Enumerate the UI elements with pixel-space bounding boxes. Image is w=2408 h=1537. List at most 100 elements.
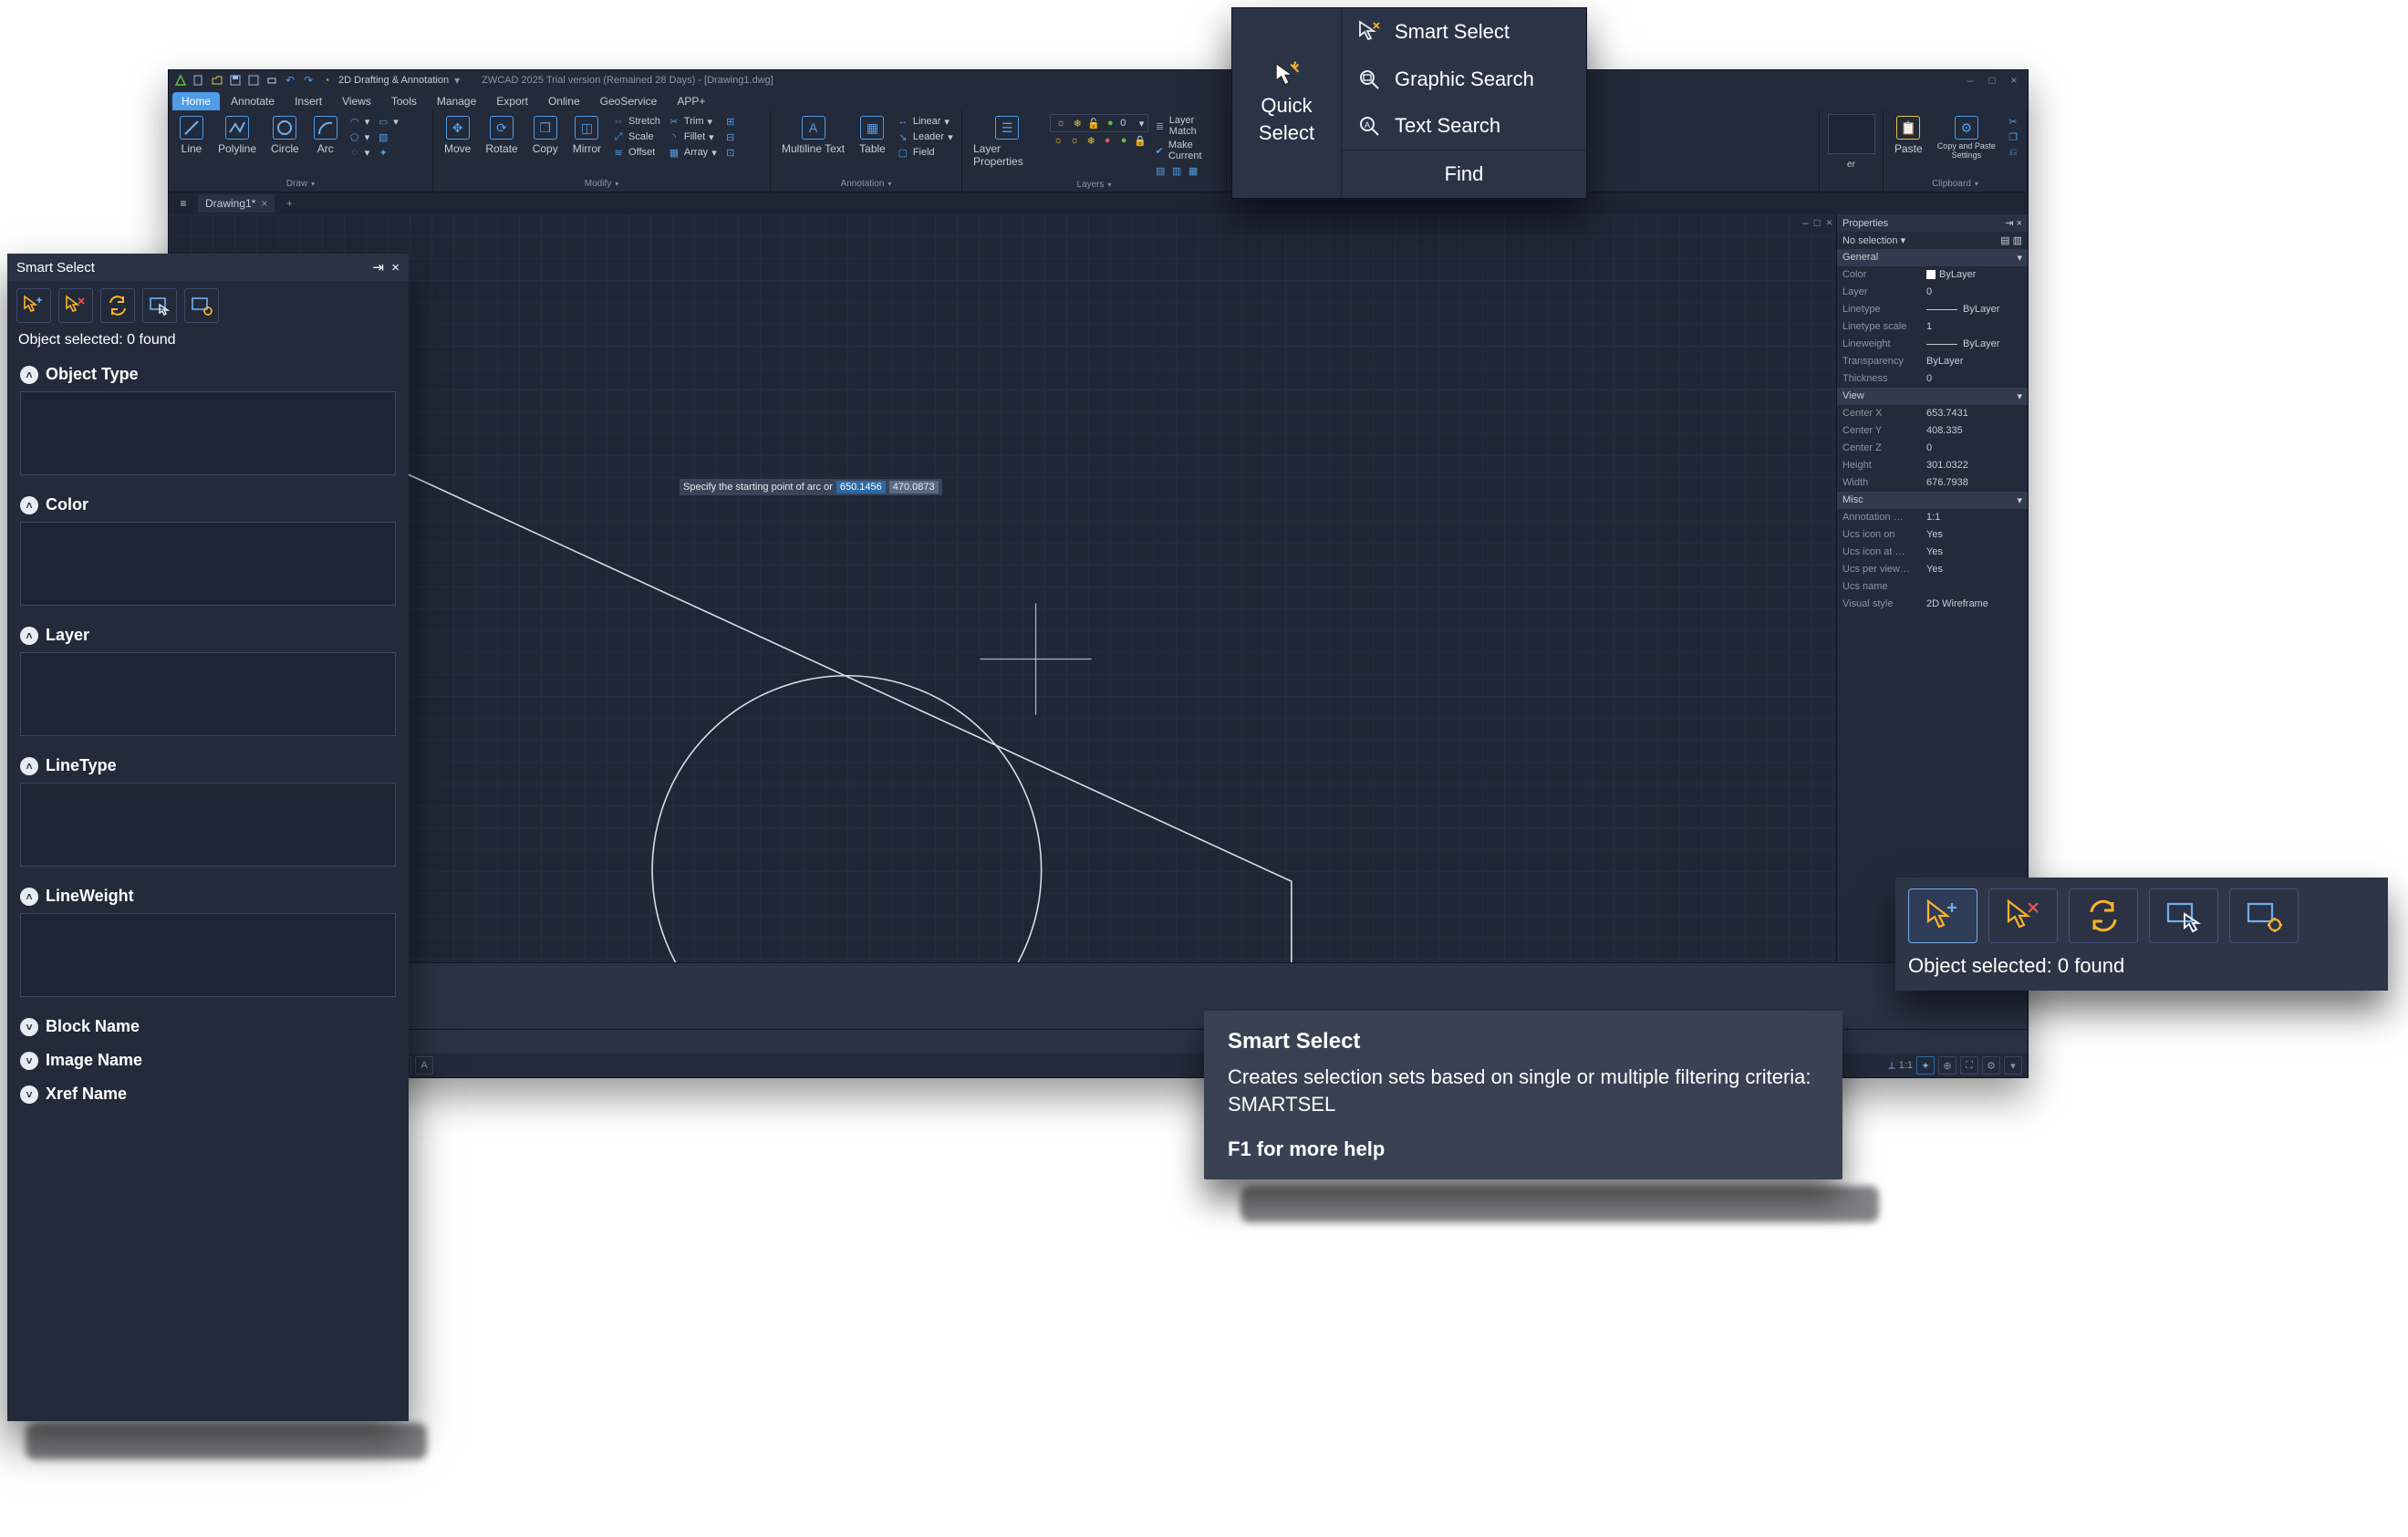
- ribbon-tab-insert[interactable]: Insert: [285, 92, 331, 110]
- ribbon-tab-tools[interactable]: Tools: [382, 92, 426, 110]
- ssel-box-0[interactable]: [20, 391, 396, 475]
- ssel-cat-object-type[interactable]: ˄Object Type: [7, 358, 409, 391]
- btn-maximize[interactable]: □: [1984, 74, 2000, 87]
- prop-selection[interactable]: No selection ▾: [1842, 234, 1905, 246]
- prop-row-general-0[interactable]: ColorByLayer: [1837, 266, 2028, 284]
- clip-a[interactable]: ✂: [2005, 114, 2021, 129]
- ssel-cat-lineweight[interactable]: ˄LineWeight: [7, 879, 409, 913]
- sb-r1[interactable]: ✦: [1916, 1056, 1935, 1075]
- sb-r4[interactable]: ⚙: [1982, 1056, 2000, 1075]
- tool-move[interactable]: ✥Move: [439, 114, 476, 157]
- layer-state6[interactable]: 🔒: [1134, 134, 1147, 147]
- prop-row-misc-4[interactable]: Ucs name: [1837, 578, 2028, 596]
- prop-row-view-1[interactable]: Center Y408.335: [1837, 422, 2028, 440]
- sb-r2[interactable]: ⊕: [1938, 1056, 1956, 1075]
- tool-rotate[interactable]: ⟳Rotate: [480, 114, 523, 157]
- layer-walk[interactable]: ▤▥▦: [1152, 163, 1220, 178]
- smart-select-close-icon[interactable]: ×: [391, 260, 400, 275]
- prop-row-misc-3[interactable]: Ucs per view…Yes: [1837, 561, 2028, 578]
- zbtn-screen-settings[interactable]: [2229, 888, 2299, 943]
- qa-ws-icon[interactable]: ◔: [320, 74, 333, 87]
- tool-offset[interactable]: ≋Offset: [610, 145, 662, 160]
- tool-leader[interactable]: ↘Leader▾: [895, 130, 955, 144]
- prop-row-view-0[interactable]: Center X653.7431: [1837, 405, 2028, 422]
- zbtn-screen-select[interactable]: [2149, 888, 2218, 943]
- doc-tab-add[interactable]: +: [280, 195, 298, 212]
- prop-row-general-3[interactable]: Linetype scale1: [1837, 318, 2028, 336]
- prop-row-misc-5[interactable]: Visual style2D Wireframe: [1837, 596, 2028, 613]
- doc-tab-close[interactable]: ×: [261, 197, 267, 210]
- prop-pin-icon[interactable]: ⇥: [2005, 218, 2013, 229]
- tool-polyline[interactable]: Polyline: [213, 114, 262, 157]
- tool-field[interactable]: ▢Field: [895, 145, 955, 160]
- clip-b[interactable]: ❐: [2005, 130, 2021, 144]
- tool-makecurrent[interactable]: ✔Make Current: [1152, 139, 1220, 162]
- doc-tab-drawing1[interactable]: Drawing1* ×: [198, 194, 275, 213]
- prop-section-view[interactable]: View▾: [1837, 388, 2028, 405]
- ribbon-tab-online[interactable]: Online: [539, 92, 589, 110]
- mdi-close[interactable]: ×: [1826, 216, 1832, 229]
- zbtn-select-plus[interactable]: [1908, 888, 1977, 943]
- qa-save-icon[interactable]: [229, 74, 242, 87]
- draw-fly3[interactable]: ◌▾: [347, 145, 372, 160]
- tool-arc[interactable]: Arc: [308, 114, 343, 157]
- prop-row-view-3[interactable]: Height301.0322: [1837, 457, 2028, 474]
- layer-state1[interactable]: ☼: [1052, 134, 1064, 147]
- prop-section-misc[interactable]: Misc▾: [1837, 492, 2028, 509]
- sb-r5[interactable]: ▾: [2004, 1056, 2022, 1075]
- tool-copypaste-settings[interactable]: ⚙Copy and Paste Settings: [1932, 114, 2001, 162]
- prop-section-general[interactable]: General▾: [1837, 249, 2028, 266]
- ssel-tool-screen-select[interactable]: [142, 288, 177, 323]
- menu-find[interactable]: Find: [1342, 150, 1586, 198]
- btn-minimize[interactable]: –: [1962, 74, 1978, 87]
- qa-redo-icon[interactable]: ↷: [302, 74, 315, 87]
- tool-scale[interactable]: ⤢Scale: [610, 130, 662, 144]
- ssel-cat-image-name[interactable]: ˅Image Name: [7, 1044, 409, 1077]
- prop-close-icon[interactable]: ×: [2017, 218, 2022, 229]
- prop-row-misc-2[interactable]: Ucs icon at …Yes: [1837, 544, 2028, 561]
- menu-text-search[interactable]: A Text Search: [1342, 103, 1586, 151]
- ssel-box-3[interactable]: [20, 783, 396, 867]
- prop-row-misc-1[interactable]: Ucs icon onYes: [1837, 526, 2028, 544]
- prop-quick-icon[interactable]: ▤: [2000, 235, 2009, 246]
- ssel-cat-color[interactable]: ˄Color: [7, 488, 409, 522]
- qa-print-icon[interactable]: [265, 74, 278, 87]
- tool-copy[interactable]: ❐Copy: [527, 114, 564, 157]
- ssel-tool-select-plus[interactable]: [16, 288, 51, 323]
- tool-mirror[interactable]: ◫Mirror: [567, 114, 607, 157]
- quick-select-button[interactable]: Quick Select: [1232, 8, 1342, 198]
- ssel-tool-screen-settings[interactable]: [184, 288, 219, 323]
- prop-row-general-6[interactable]: Thickness0: [1837, 370, 2028, 388]
- layer-state3[interactable]: ❄: [1085, 134, 1097, 147]
- layer-state2[interactable]: ☼: [1068, 134, 1081, 147]
- tool-circle[interactable]: Circle: [265, 114, 305, 157]
- viewport[interactable]: – □ × Specify the starting point of arc …: [169, 214, 1836, 962]
- clip-c[interactable]: ⎌: [2005, 145, 2021, 160]
- qa-saveas-icon[interactable]: [247, 74, 260, 87]
- tool-linear[interactable]: ↔Linear▾: [895, 114, 955, 129]
- draw-fly2[interactable]: ⬠▾: [347, 130, 372, 144]
- prop-row-general-5[interactable]: TransparencyByLayer: [1837, 353, 2028, 370]
- menu-smart-select[interactable]: Smart Select: [1342, 8, 1586, 56]
- tool-table[interactable]: ▦Table: [854, 114, 891, 157]
- tool-paste[interactable]: 📋Paste: [1889, 114, 1928, 157]
- ssel-cat-linetype[interactable]: ˄LineType: [7, 749, 409, 783]
- ssel-cat-block-name[interactable]: ˅Block Name: [7, 1010, 409, 1044]
- btn-close[interactable]: ×: [2006, 74, 2022, 87]
- mdi-max[interactable]: □: [1814, 216, 1821, 229]
- sb-ucs-icon[interactable]: ⟂: [1888, 1060, 1894, 1072]
- tool-trim[interactable]: ✂Trim▾: [666, 114, 719, 129]
- ssel-tool-cycle[interactable]: [100, 288, 135, 323]
- draw-fly4[interactable]: ▭▾: [375, 114, 400, 129]
- layer-state5[interactable]: ●: [1117, 134, 1130, 147]
- prop-row-view-2[interactable]: Center Z0: [1837, 440, 2028, 457]
- ribbon-tab-home[interactable]: Home: [172, 92, 220, 110]
- ribbon-tab-views[interactable]: Views: [333, 92, 380, 110]
- tool-stretch[interactable]: ⇔Stretch: [610, 114, 662, 129]
- ssel-box-4[interactable]: [20, 913, 396, 997]
- tool-layerprops[interactable]: ☰Layer Properties: [968, 114, 1046, 170]
- draw-fly5[interactable]: ▧: [375, 130, 400, 144]
- tool-array[interactable]: ▦Array▾: [666, 145, 719, 160]
- layer-state4[interactable]: ●: [1101, 134, 1114, 147]
- qa-open-icon[interactable]: [211, 74, 223, 87]
